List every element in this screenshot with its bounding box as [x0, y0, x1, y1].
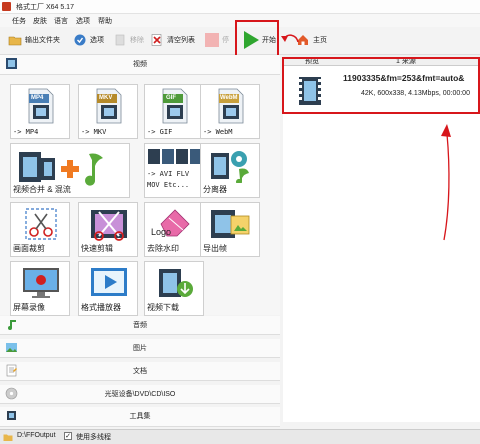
tile-remove-watermark[interactable]: Logo 去除水印 — [144, 202, 204, 257]
options-label: 选项 — [90, 37, 104, 44]
remove-icon — [115, 34, 125, 46]
film-doc-icon — [28, 88, 54, 124]
film-doc-icon — [96, 88, 122, 124]
title-bar: 格式工厂 X64 5.17 — [0, 0, 480, 14]
tile-player[interactable]: 格式播放器 — [78, 261, 138, 316]
tile-to-webm[interactable]: WebM -> WebM — [200, 84, 260, 139]
crop-icon — [25, 208, 57, 240]
merge-icon — [19, 152, 103, 186]
menu-item-language[interactable]: 语言 — [54, 16, 68, 26]
output-folder-button[interactable]: 输出文件夹 — [8, 32, 60, 48]
category-document[interactable]: 文档 — [0, 362, 280, 381]
tile-export-frame[interactable]: 导出帧 — [200, 202, 260, 257]
tile-label: -> GIF — [147, 128, 173, 136]
remove-label: 移除 — [130, 37, 144, 44]
category-tools[interactable]: 工具集 — [0, 407, 280, 427]
options-button[interactable]: 选项 — [73, 32, 104, 48]
film-doc-icon — [162, 88, 188, 124]
menu-item-skin[interactable]: 皮肤 — [33, 16, 47, 26]
tile-crop[interactable]: 画面裁剪 — [10, 202, 70, 257]
tile-screen-record[interactable]: 屏幕录像 — [10, 261, 70, 316]
app-icon — [2, 2, 11, 11]
player-icon — [91, 268, 127, 296]
category-picture[interactable]: 图片 — [0, 339, 280, 358]
tile-label-line2: MOV Etc... — [147, 181, 190, 189]
folder-icon — [3, 434, 13, 441]
tile-to-gif[interactable]: GIF -> GIF — [144, 84, 204, 139]
tile-label: -> MKV — [81, 128, 107, 136]
tile-label: 格式播放器 — [81, 303, 121, 312]
tile-badge: WebM — [220, 95, 238, 101]
tile-multi-format[interactable]: -> AVI FLV MOV Etc... — [144, 143, 204, 198]
tile-badge: GIF — [166, 95, 176, 101]
category-disc[interactable]: 光驱设备\DVD\CD\ISO — [0, 385, 280, 404]
download-icon — [159, 269, 193, 297]
clear-list-label: 清空列表 — [167, 37, 195, 44]
tile-label: 去除水印 — [147, 244, 179, 253]
start-highlight-box — [235, 20, 279, 58]
task-list — [283, 66, 480, 422]
annotation-up-arrow-icon — [441, 124, 451, 241]
tile-quick-clip[interactable]: 快速剪辑 — [78, 202, 138, 257]
multithread-checkbox[interactable]: ✓ — [64, 432, 72, 440]
stop-icon — [205, 33, 219, 47]
home-label: 主页 — [313, 37, 327, 44]
film-doc-icon — [218, 88, 244, 124]
tile-label: 视频合并 & 混流 — [13, 185, 71, 194]
tile-video-download[interactable]: 视频下载 — [144, 261, 204, 316]
tile-label: -> MP4 — [13, 128, 39, 136]
category-disc-label: 光驱设备\DVD\CD\ISO — [104, 391, 176, 398]
multi-format-icon — [148, 149, 202, 164]
tile-splitter[interactable]: 分离器 — [200, 143, 260, 198]
tile-merge-mux[interactable]: 视频合并 & 混流 — [10, 143, 130, 198]
tile-badge: MKV — [99, 95, 113, 101]
scissors-icon — [91, 210, 127, 241]
annotation-arrow-icon — [281, 34, 299, 43]
stop-button[interactable]: 停 — [205, 32, 229, 48]
folder-icon — [8, 36, 22, 46]
stop-label: 停 — [222, 37, 229, 44]
logo-text: Logo — [151, 227, 172, 237]
screen-record-icon — [23, 268, 59, 298]
menu-item-options[interactable]: 选项 — [76, 16, 90, 26]
menu-item-tasks[interactable]: 任务 — [12, 16, 26, 26]
category-audio-label: 音频 — [133, 322, 147, 329]
multithread-label: 使用多线程 — [76, 434, 111, 441]
category-video-label: 视频 — [133, 61, 147, 68]
splitter-icon — [211, 151, 249, 183]
tile-label: 画面裁剪 — [13, 244, 45, 253]
window-title: 格式工厂 X64 5.17 — [16, 4, 74, 11]
tile-label: -> AVI FLV — [147, 170, 190, 178]
status-bar: D:\FFOutput ✓ 使用多线程 — [0, 429, 480, 444]
tile-label: 视频下载 — [147, 303, 179, 312]
category-picture-label: 图片 — [133, 345, 147, 352]
options-icon — [74, 34, 86, 46]
remove-button[interactable]: 移除 — [113, 32, 144, 48]
clear-list-button[interactable]: 清空列表 — [150, 32, 195, 48]
output-folder-label: 输出文件夹 — [25, 37, 60, 44]
menu-item-help[interactable]: 帮助 — [98, 16, 112, 26]
category-tools-label: 工具集 — [129, 413, 151, 420]
tile-label: 导出帧 — [203, 244, 227, 253]
export-frame-icon — [211, 210, 250, 238]
tile-to-mkv[interactable]: MKV -> MKV — [78, 84, 138, 139]
tile-label: 屏幕录像 — [13, 303, 45, 312]
category-document-label: 文档 — [133, 368, 147, 375]
category-audio[interactable]: 音频 — [0, 316, 280, 335]
tile-label: 快速剪辑 — [81, 244, 113, 253]
category-video[interactable]: 视频 — [0, 55, 280, 75]
output-path[interactable]: D:\FFOutput — [17, 432, 56, 439]
tile-to-mp4[interactable]: MP4 -> MP4 — [10, 84, 70, 139]
video-tools-grid: MP4 -> MP4 MKV -> MKV GIF -> GIF WebM ->… — [0, 75, 280, 316]
clear-list-icon — [151, 34, 162, 46]
task-highlight-box — [282, 57, 480, 114]
tile-badge: MP4 — [31, 95, 44, 101]
tile-label: -> WebM — [203, 128, 233, 136]
tile-label: 分离器 — [203, 185, 227, 194]
